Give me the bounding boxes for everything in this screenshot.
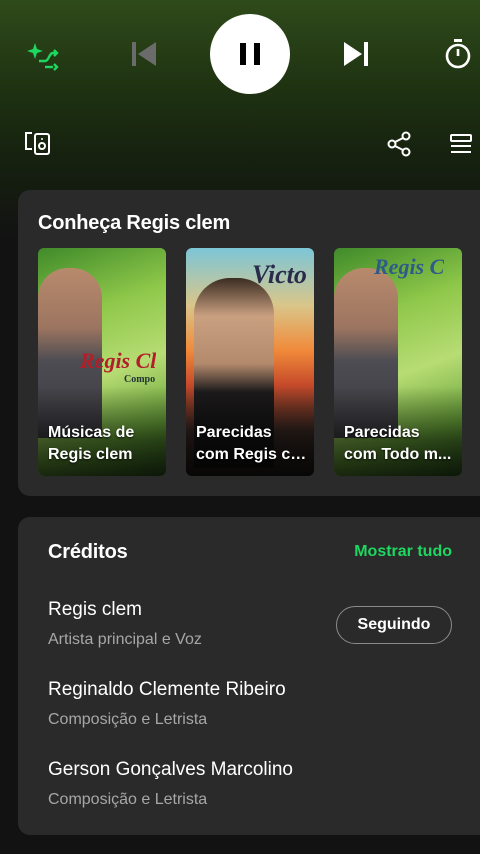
tile-label: Parecidas com Regis cl... xyxy=(196,424,308,463)
cover-sub-text: Compo xyxy=(124,374,156,385)
sleep-timer-icon[interactable] xyxy=(438,34,478,74)
tile-label: Parecidas com Todo m... xyxy=(344,424,452,463)
about-artist-card: Conheça Regis clem Regis Cl Compo Música… xyxy=(18,190,480,496)
cover-logo-text: Victo xyxy=(252,260,307,289)
credit-role: Composição e Letrista xyxy=(48,711,208,728)
skip-previous-icon[interactable] xyxy=(124,34,164,74)
playback-controls xyxy=(0,14,480,94)
credit-name: Gerson Gonçalves Marcolino xyxy=(48,759,293,780)
pause-button[interactable] xyxy=(210,14,290,94)
tile-similar-to-artist[interactable]: Victo Parecidas com Regis cl... xyxy=(186,248,314,476)
tile-songs-by-artist[interactable]: Regis Cl Compo Músicas de Regis clem xyxy=(38,248,166,476)
credit-name: Regis clem xyxy=(48,599,142,620)
cover-logo-text: Regis Cl xyxy=(80,348,157,373)
now-playing-toolbar xyxy=(0,126,480,166)
credit-role: Artista principal e Voz xyxy=(48,631,202,648)
show-all-link[interactable]: Mostrar tudo xyxy=(354,543,452,561)
credit-item[interactable]: Regis clem Artista principal e Voz xyxy=(48,599,348,649)
queue-icon[interactable] xyxy=(443,126,479,162)
following-button[interactable]: Seguindo xyxy=(336,606,452,644)
share-icon[interactable] xyxy=(381,126,417,162)
discover-tiles: Regis Cl Compo Músicas de Regis clem Vic… xyxy=(38,248,480,476)
credit-role: Composição e Letrista xyxy=(48,791,208,808)
tile-similar-to-track[interactable]: Regis C Parecidas com Todo m... xyxy=(334,248,462,476)
pause-icon xyxy=(240,43,260,65)
credits-title: Créditos xyxy=(48,541,128,563)
credit-name: Reginaldo Clemente Ribeiro xyxy=(48,679,286,700)
smart-shuffle-icon[interactable] xyxy=(22,36,62,76)
cover-logo-text: Regis C xyxy=(374,254,445,279)
credit-item[interactable]: Gerson Gonçalves Marcolino Composição e … xyxy=(48,759,348,809)
credit-item[interactable]: Reginaldo Clemente Ribeiro Composição e … xyxy=(48,679,348,729)
tile-label: Músicas de Regis clem xyxy=(48,424,135,463)
section-title: Conheça Regis clem xyxy=(38,212,231,234)
skip-next-icon[interactable] xyxy=(336,34,376,74)
connect-devices-icon[interactable] xyxy=(20,126,56,162)
credits-card: Créditos Mostrar tudo Regis clem Artista… xyxy=(18,517,480,835)
